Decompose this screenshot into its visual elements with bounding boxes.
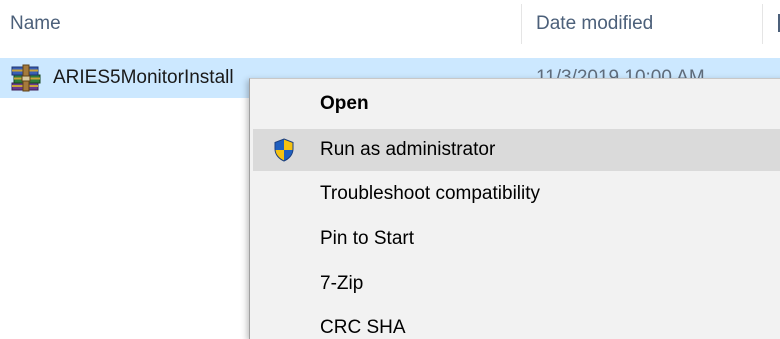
menu-item-open[interactable]: Open <box>253 83 780 125</box>
column-divider[interactable] <box>762 4 763 44</box>
column-header-date-modified[interactable]: Date modified <box>522 0 762 48</box>
winrar-archive-icon <box>9 61 43 93</box>
menu-item-crc-sha[interactable]: CRC SHA <box>253 307 780 339</box>
context-menu: Open Run as administrator Troubleshoot c… <box>249 78 780 339</box>
menu-item-label: Open <box>320 93 369 114</box>
menu-item-troubleshoot-compatibility[interactable]: Troubleshoot compatibility <box>253 173 780 215</box>
column-header-name[interactable]: Name <box>0 0 521 48</box>
menu-item-label: Troubleshoot compatibility <box>320 183 541 204</box>
file-name: ARIES5MonitorInstall <box>53 67 234 88</box>
column-header-name-label: Name <box>10 13 61 34</box>
menu-item-label: 7-Zip <box>320 273 364 294</box>
uac-shield-icon <box>272 138 296 162</box>
menu-item-run-as-administrator[interactable]: Run as administrator <box>253 129 780 171</box>
menu-item-label: Pin to Start <box>320 228 414 249</box>
menu-item-label: CRC SHA <box>320 317 406 338</box>
menu-item-pin-to-start[interactable]: Pin to Start <box>253 218 780 260</box>
column-header-date-label: Date modified <box>536 13 654 34</box>
menu-item-label: Run as administrator <box>320 139 496 160</box>
menu-item-7-zip[interactable]: 7-Zip <box>253 263 780 305</box>
